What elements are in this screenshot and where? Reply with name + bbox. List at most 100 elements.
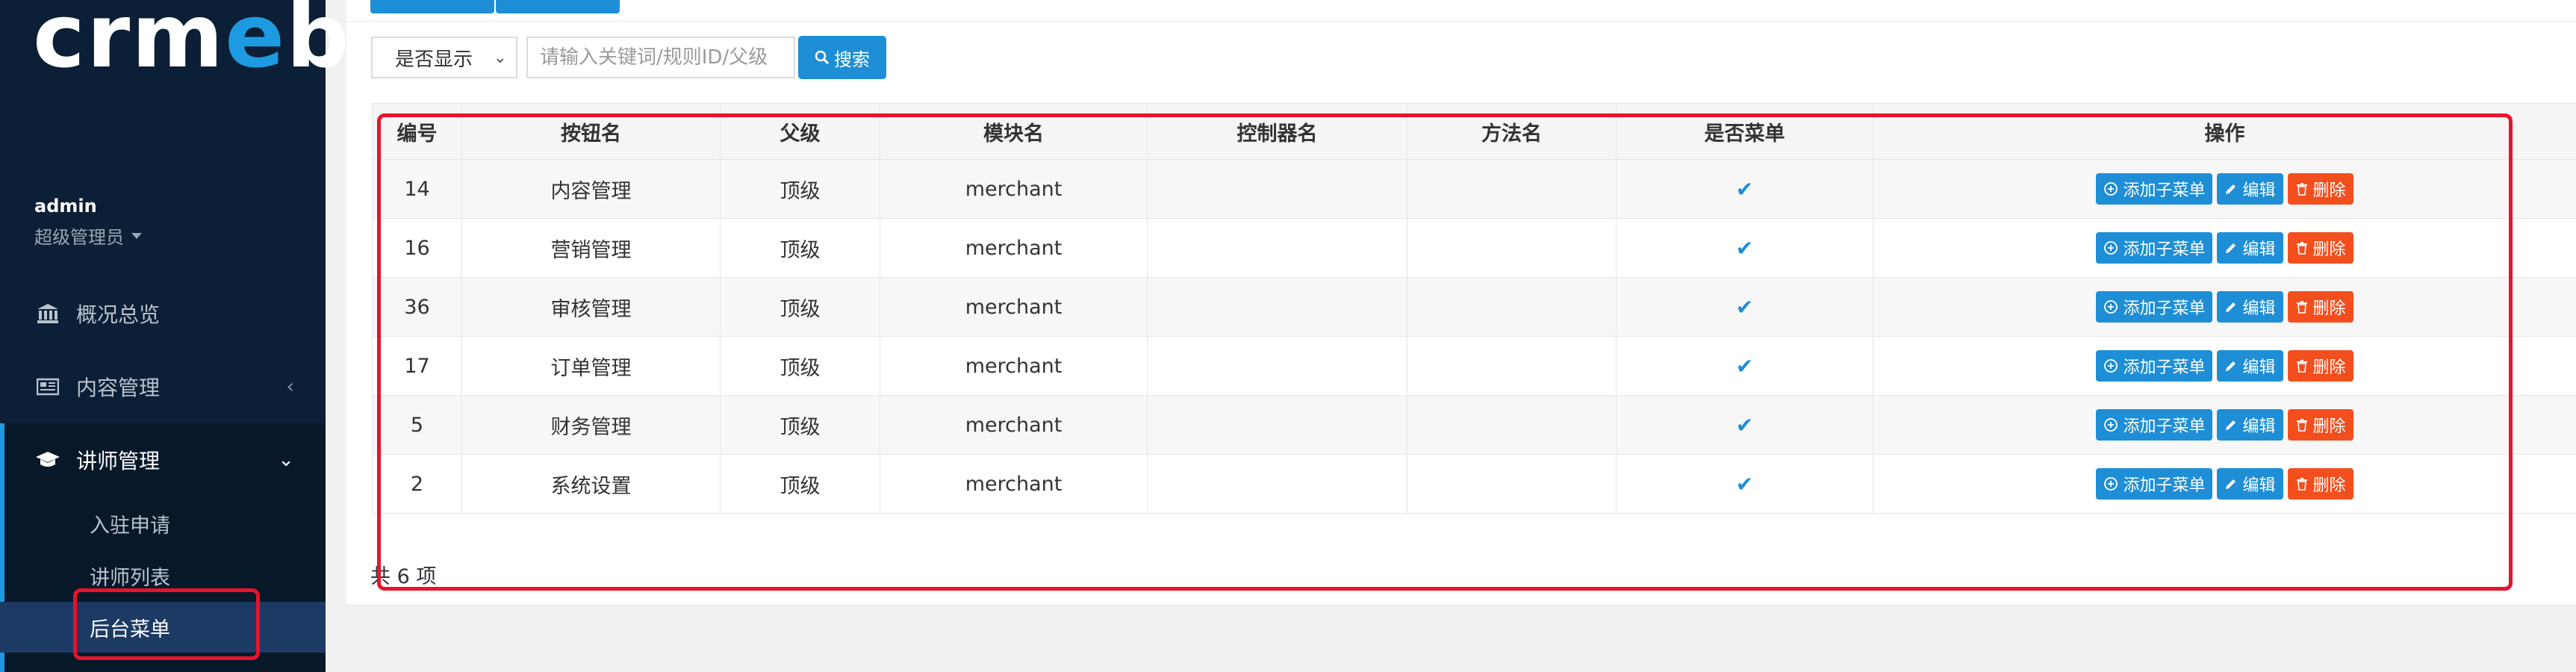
table-row: 2 系统设置 顶级 merchant ✔ 添加子菜单 编辑 删除 [372, 454, 2576, 514]
cell-is-menu: ✔ [1616, 454, 1873, 514]
user-role-label: 超级管理员 [34, 227, 124, 248]
nav-item-label: 内容管理 [76, 376, 161, 400]
sub-item-label: 入驻申请 [90, 514, 170, 538]
table-row: 17 订单管理 顶级 merchant ✔ 添加子菜单 编辑 删除 [372, 336, 2576, 396]
add-submenu-label: 添加子菜单 [2123, 299, 2206, 318]
sub-item-apply[interactable]: 入驻申请 [0, 498, 326, 549]
header-actions: 操作 [1873, 103, 2576, 160]
table-row: 36 审核管理 顶级 merchant ✔ 添加子菜单 编辑 删除 [372, 277, 2576, 337]
nav-item-label: 讲师管理 [76, 449, 161, 473]
graduation-cap-icon [34, 449, 61, 471]
edit-label: 编辑 [2242, 240, 2276, 259]
add-submenu-label: 添加子菜单 [2123, 181, 2206, 200]
plus-circle-icon [2104, 300, 2118, 314]
cell-parent: 顶级 [720, 159, 880, 219]
pencil-icon [2226, 361, 2236, 371]
add-submenu-button[interactable]: 添加子菜单 [2096, 232, 2213, 264]
cell-controller [1147, 454, 1407, 514]
show-filter-select[interactable]: 是否显示 ⌄ [371, 37, 517, 78]
edit-label: 编辑 [2242, 358, 2276, 377]
filter-bar: 是否显示 ⌄ 搜索 [371, 36, 886, 79]
cell-id: 36 [372, 277, 462, 337]
delete-button[interactable]: 删除 [2287, 232, 2353, 264]
delete-label: 删除 [2312, 299, 2346, 318]
cell-actions: 添加子菜单 编辑 删除 [1873, 277, 2576, 337]
delete-button[interactable]: 删除 [2287, 409, 2353, 441]
header-parent: 父级 [720, 103, 880, 160]
delete-button[interactable]: 删除 [2287, 291, 2353, 323]
header-id: 编号 [372, 103, 462, 160]
check-icon: ✔ [1735, 412, 1754, 438]
highlight-box-sidebar [73, 588, 260, 660]
trash-icon [2296, 419, 2307, 432]
delete-button[interactable]: 删除 [2287, 468, 2353, 500]
edit-button[interactable]: 编辑 [2217, 232, 2283, 264]
divider [346, 21, 2576, 22]
pencil-icon [2226, 420, 2236, 430]
row-actions: 添加子菜单 编辑 删除 [1874, 468, 2576, 500]
search-input[interactable] [526, 37, 795, 78]
total-count: 共 6 项 [370, 565, 437, 588]
user-info: admin 超级管理员 [34, 196, 142, 249]
cell-id: 17 [372, 336, 462, 396]
pencil-icon [2226, 479, 2236, 489]
edit-button[interactable]: 编辑 [2217, 291, 2283, 323]
cell-controller [1147, 159, 1407, 219]
table-header-row: 编号 按钮名 父级 模块名 控制器名 方法名 是否菜单 操作 [372, 103, 2576, 160]
edit-button[interactable]: 编辑 [2217, 173, 2283, 205]
header-module: 模块名 [880, 103, 1148, 160]
cell-actions: 添加子菜单 编辑 删除 [1873, 395, 2576, 455]
delete-label: 删除 [2312, 358, 2346, 377]
user-name: admin [34, 196, 97, 217]
cell-module: merchant [880, 159, 1148, 219]
trash-icon [2296, 183, 2307, 196]
cell-controller [1147, 336, 1407, 396]
add-submenu-button[interactable]: 添加子菜单 [2096, 350, 2213, 382]
nav-item-content[interactable]: 内容管理 ‹ [0, 350, 326, 423]
edit-button[interactable]: 编辑 [2217, 409, 2283, 441]
cell-actions: 添加子菜单 编辑 删除 [1873, 159, 2576, 219]
table-row: 16 营销管理 顶级 merchant ✔ 添加子菜单 编辑 删除 [372, 218, 2576, 278]
add-submenu-label: 添加子菜单 [2123, 240, 2206, 259]
delete-button[interactable]: 删除 [2287, 350, 2353, 382]
search-button[interactable]: 搜索 [798, 36, 886, 79]
add-submenu-button[interactable]: 添加子菜单 [2096, 173, 2213, 205]
bank-icon [34, 302, 61, 325]
trash-icon [2296, 242, 2307, 255]
user-role-dropdown[interactable]: 超级管理员 [34, 223, 142, 249]
header-is-menu: 是否菜单 [1616, 103, 1873, 160]
add-submenu-label: 添加子菜单 [2123, 358, 2206, 377]
delete-label: 删除 [2312, 240, 2346, 259]
crmeb-logo: crmeb [33, 0, 351, 75]
chevron-down-icon: ⌄ [493, 48, 507, 67]
top-button[interactable] [370, 0, 494, 13]
delete-button[interactable]: 删除 [2287, 173, 2353, 205]
pencil-icon [2226, 302, 2236, 312]
nav-item-overview[interactable]: 概况总览 [0, 277, 326, 350]
cell-module: merchant [880, 395, 1148, 455]
header-button-name: 按钮名 [461, 103, 721, 160]
top-button[interactable] [496, 0, 620, 13]
edit-button[interactable]: 编辑 [2217, 350, 2283, 382]
edit-label: 编辑 [2242, 417, 2276, 436]
caret-down-icon [131, 232, 142, 239]
check-icon: ✔ [1735, 471, 1754, 497]
row-actions: 添加子菜单 编辑 删除 [1874, 173, 2576, 205]
nav-item-lecturer[interactable]: 讲师管理 ⌄ [0, 423, 326, 497]
cell-method [1407, 336, 1617, 396]
search-button-label: 搜索 [834, 49, 870, 70]
add-submenu-button[interactable]: 添加子菜单 [2096, 468, 2213, 500]
pencil-icon [2226, 243, 2236, 253]
edit-button[interactable]: 编辑 [2217, 468, 2283, 500]
top-buttons [370, 0, 621, 13]
add-submenu-button[interactable]: 添加子菜单 [2096, 291, 2213, 323]
trash-icon [2296, 360, 2307, 373]
sidebar: crmeb admin 超级管理员 概况总览 内容管理 ‹ 讲师管理 ⌄ 入驻申… [0, 0, 349, 672]
add-submenu-button[interactable]: 添加子菜单 [2096, 409, 2213, 441]
cell-parent: 顶级 [720, 454, 880, 514]
menu-table: 编号 按钮名 父级 模块名 控制器名 方法名 是否菜单 操作 14 内容管理 顶级 m… [372, 103, 2576, 514]
cell-button-name: 内容管理 [461, 159, 721, 219]
cell-is-menu: ✔ [1616, 395, 1873, 455]
cell-is-menu: ✔ [1616, 159, 1873, 219]
cell-module: merchant [880, 277, 1148, 337]
